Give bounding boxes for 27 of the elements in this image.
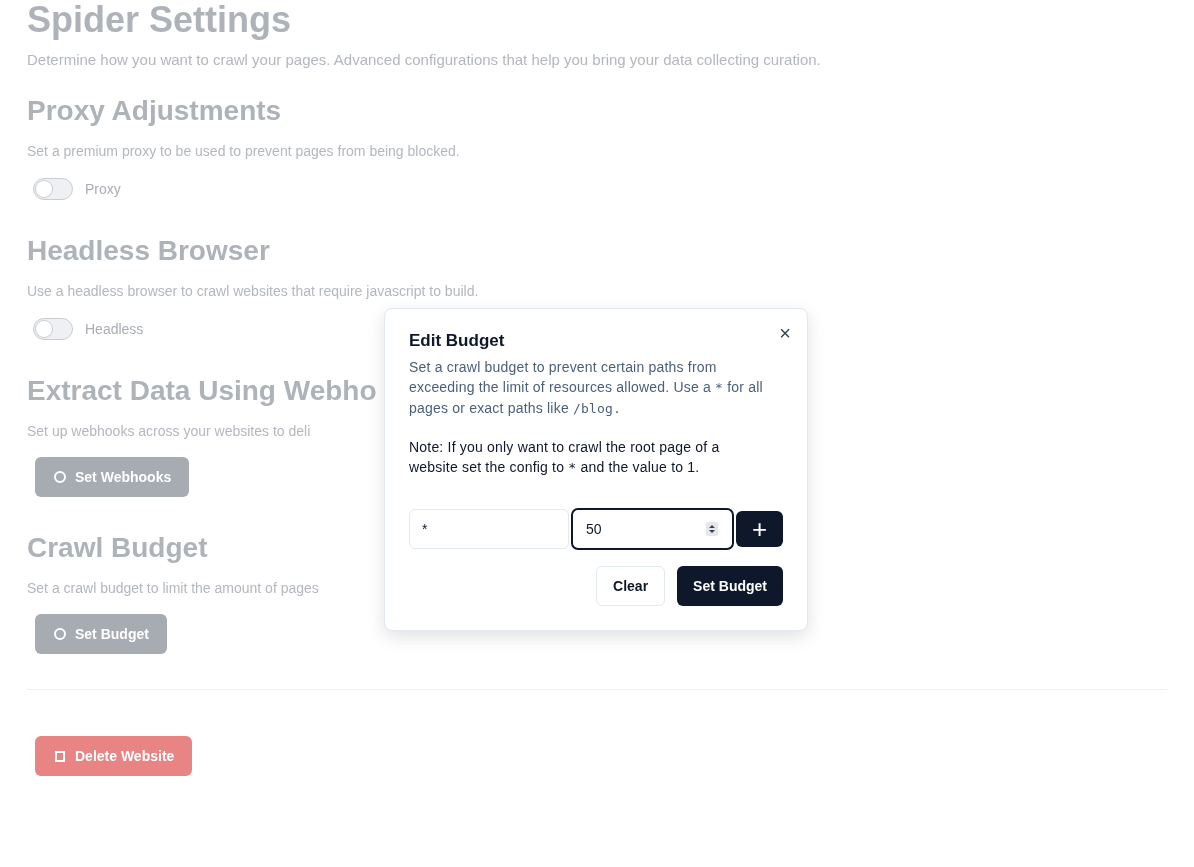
toggle-switch[interactable]: [33, 178, 73, 200]
circle-icon: [53, 470, 67, 484]
budget-field[interactable]: 50: [571, 508, 735, 550]
section-description: Set up webhooks across your websites to deli: [27, 423, 311, 440]
section-heading: Proxy Adjustments: [27, 94, 282, 128]
trash-icon: [53, 749, 67, 763]
toggle-switch[interactable]: [33, 318, 73, 340]
page-title: Spider Settings: [27, 0, 292, 40]
page-subtitle: Determine how you want to crawl your pages. Advanced configurations that help you bring your data collecting curation.: [27, 51, 821, 68]
dialog-title: Edit Budget: [409, 331, 506, 351]
dialog-description: Set a crawl budget to prevent certain paths from exceeding the limit of resources allowed. Use a * for all pages or exact paths like /blog.: [409, 358, 764, 418]
section-description: Set a crawl budget to limit the amount of pages: [27, 580, 319, 597]
toggle-label: Headless: [85, 321, 144, 337]
circle-icon: [53, 627, 67, 641]
section-description: Use a headless browser to crawl websites that require javascript to build.: [27, 283, 479, 300]
section-description: Set a premium proxy to be used to prevent pages from being blocked.: [27, 143, 460, 160]
section-heading: Headless Browser: [27, 234, 270, 268]
close-button[interactable]: ×: [779, 323, 791, 343]
section-heading: Crawl Budget: [27, 531, 208, 565]
toggle-label: Proxy: [85, 181, 121, 197]
dialog-note: Note: If you only want to crawl the root page of a website set the config to * and the value to 1.: [409, 438, 721, 477]
clear-button[interactable]: Clear: [596, 566, 666, 606]
spinner-icon[interactable]: [706, 522, 719, 536]
section-heading: Extract Data Using Webho: [27, 374, 377, 408]
add-button[interactable]: +: [736, 511, 783, 547]
path-field[interactable]: *: [409, 509, 569, 549]
set-budget-button[interactable]: Set Budget: [677, 566, 783, 606]
